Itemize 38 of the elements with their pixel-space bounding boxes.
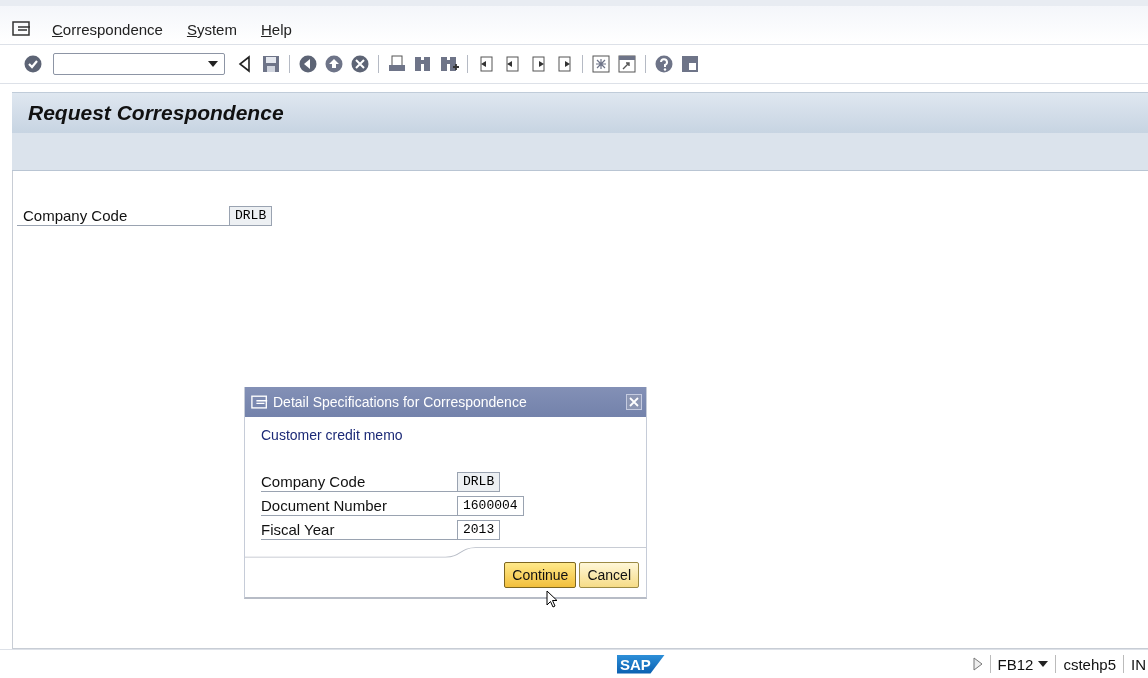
transaction-code: FB12 [997,655,1034,673]
binoculars-icon[interactable] [413,54,433,74]
cancel-icon[interactable] [350,54,370,74]
dropdown-caret-icon[interactable] [1038,661,1049,667]
field-label: Company Code [17,205,229,226]
dialog-button[interactable]: Cancel [579,562,639,588]
field-label: Fiscal Year [261,519,457,540]
new-session-icon[interactable] [591,54,611,74]
shortcut-icon[interactable] [617,54,637,74]
screen-title: Request Correspondence [28,101,284,125]
command-field[interactable] [53,53,225,75]
input-field[interactable]: DRLB [229,205,273,226]
checkmark-icon[interactable] [23,54,43,74]
menu-item[interactable]: System [186,20,237,38]
menu-item[interactable]: Correspondence [52,20,163,38]
dropdown-caret-icon [208,61,218,67]
binoculars-plus-icon[interactable] [439,54,459,74]
input-mode: IN [1131,655,1146,673]
dialog-button[interactable]: Continue [504,562,577,588]
logo: SAP [617,654,665,674]
back-icon[interactable] [298,54,318,74]
print-icon[interactable] [387,54,407,74]
help-icon[interactable] [654,54,674,74]
window-icon [251,394,269,410]
dialog-subtitle: Customer credit memo [261,427,404,443]
menu-item[interactable]: Help [260,20,292,38]
field-label: Document Number [261,495,457,516]
close-icon[interactable] [626,394,642,410]
layout-icon[interactable] [680,54,700,74]
input-field[interactable]: 2013 [457,519,501,540]
menu-icon[interactable] [12,21,32,37]
save-icon[interactable] [261,54,281,74]
field-label: Company Code [261,471,457,492]
server-name: cstehp5 [1063,655,1116,673]
dialog-title: Detail Specifications for Correspondence [273,394,528,410]
triangle-right-icon[interactable] [972,657,983,671]
input-field[interactable]: DRLB [457,471,501,492]
input-field[interactable]: 1600004 [457,495,524,516]
